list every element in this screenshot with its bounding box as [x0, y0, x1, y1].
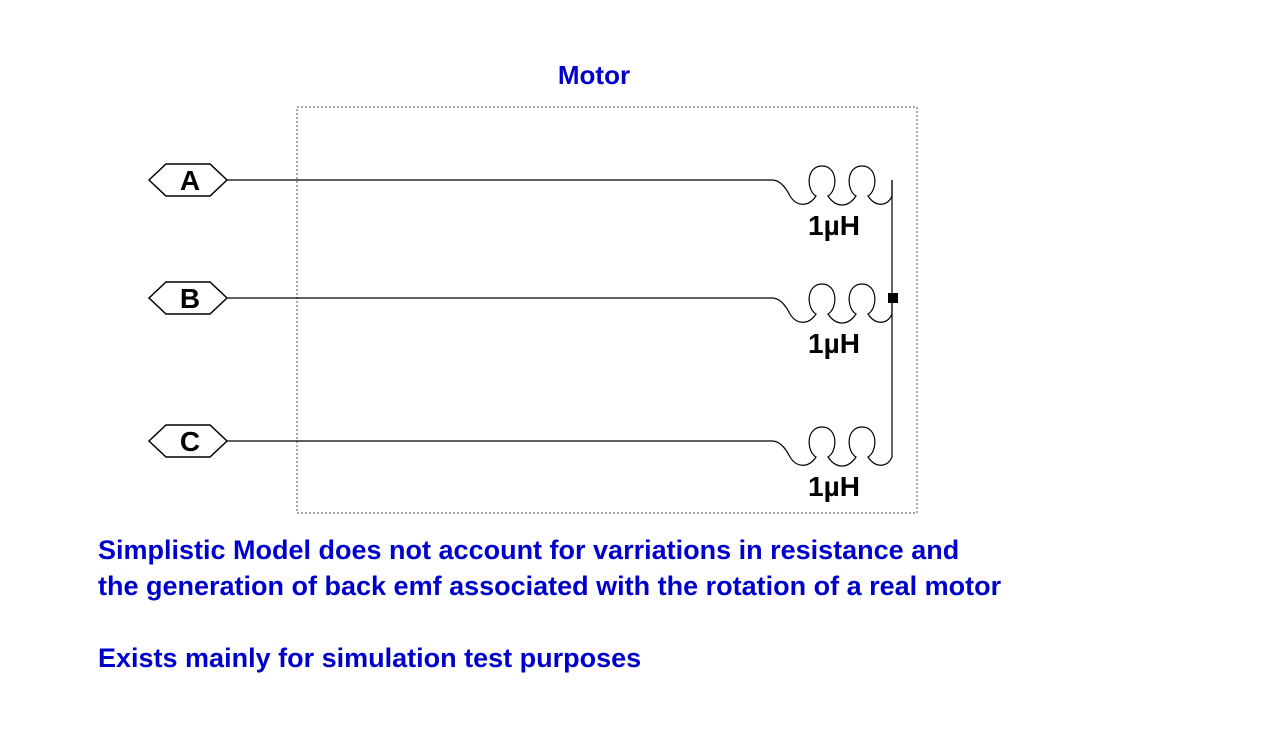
- port-a-label: A: [180, 165, 200, 196]
- port-b-label: B: [180, 283, 200, 314]
- inductor-a-coil: [771, 165, 893, 206]
- port-c-label: C: [180, 426, 200, 457]
- port-a[interactable]: A: [147, 163, 229, 197]
- inductor-c-value: 1µH: [808, 471, 860, 502]
- star-junction-dot: [888, 293, 898, 303]
- port-c[interactable]: C: [147, 424, 229, 458]
- motor-title: Motor: [558, 60, 630, 90]
- note-line-1: Simplistic Model does not account for va…: [98, 535, 960, 565]
- motor-schematic: Motor A B C 1µH 1µH 1µH: [147, 60, 918, 514]
- motor-boundary: [296, 106, 918, 514]
- inductor-a-value: 1µH: [808, 210, 860, 241]
- port-b[interactable]: B: [147, 281, 229, 315]
- note-line-3: Exists mainly for simulation test purpos…: [98, 643, 642, 673]
- inductor-c-coil: [771, 426, 893, 467]
- inductor-b-coil: [771, 283, 893, 324]
- inductor-b-value: 1µH: [808, 328, 860, 359]
- note-line-2: the generation of back emf associated wi…: [98, 571, 1002, 601]
